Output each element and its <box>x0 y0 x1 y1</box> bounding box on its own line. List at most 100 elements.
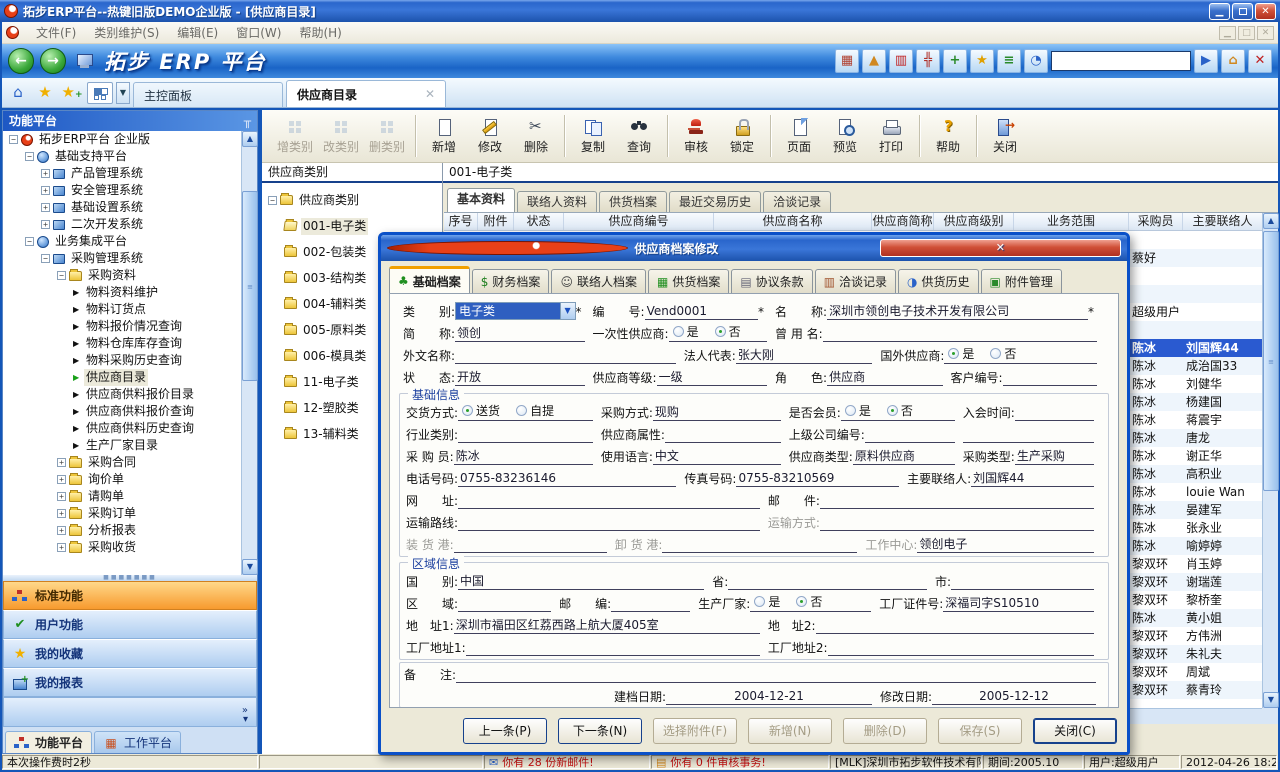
field-value[interactable]: 深圳市领创电子技术开发有限公司 <box>827 303 1088 320</box>
function-tree-item[interactable]: +询价单 <box>3 471 257 488</box>
column-header[interactable]: 供应商级别 <box>934 213 1014 230</box>
close-button[interactable]: ✕ <box>1255 3 1276 20</box>
toolbar-button-查询[interactable]: 查询 <box>616 116 662 156</box>
column-header[interactable]: 供应商编号 <box>564 213 714 230</box>
function-tree-item[interactable]: +基础设置系统 <box>3 199 257 216</box>
child-close-button[interactable]: ✕ <box>1257 26 1274 40</box>
minimize-button[interactable]: ▁ <box>1209 3 1230 20</box>
toolbar-button-页面[interactable]: 页面 <box>776 116 822 156</box>
menu-item[interactable]: 窗口(W) <box>227 22 290 43</box>
menu-item[interactable]: 帮助(H) <box>290 22 350 43</box>
combo-dropdown-icon[interactable]: ▼ <box>560 302 576 320</box>
favorites-star-icon[interactable]: ★ <box>33 81 57 105</box>
detail-tab[interactable]: 洽谈记录 <box>763 191 831 212</box>
column-header[interactable]: 供应商名称 <box>714 213 872 230</box>
sidebar-panel-我的报表[interactable]: 我的报表 <box>3 668 257 697</box>
tree-expander-icon[interactable]: + <box>41 186 50 195</box>
field-value[interactable] <box>1003 370 1097 386</box>
toolbar-button-帮助[interactable]: 帮助 <box>925 116 971 156</box>
function-tree-item[interactable]: +分析报表 <box>3 522 257 539</box>
radio-icon[interactable] <box>754 596 765 607</box>
dialog-tab[interactable]: ▤协议条款 <box>731 269 812 293</box>
child-minimize-button[interactable]: ▁ <box>1219 26 1236 40</box>
category-tree-item[interactable]: −供应商类别 <box>262 187 442 213</box>
favorite-icon[interactable]: ★ <box>970 49 994 73</box>
field-value[interactable] <box>865 427 955 443</box>
radio-icon[interactable] <box>990 348 1001 359</box>
table-scroll-up-icon[interactable]: ▲ <box>1263 213 1279 229</box>
chevron-icon[interactable]: »▾ <box>242 706 248 724</box>
sidebar-panel-我的收藏[interactable]: ★我的收藏 <box>3 639 257 668</box>
tree-expander-icon[interactable]: − <box>25 237 34 246</box>
field-value[interactable] <box>662 537 857 553</box>
radio-icon[interactable] <box>715 326 726 337</box>
tree-expander-icon[interactable]: + <box>57 458 66 467</box>
detail-tab[interactable]: 联络人资料 <box>517 191 597 212</box>
radio-option[interactable]: 否 <box>887 402 913 419</box>
function-tree-item[interactable]: ▶供应商目录 <box>3 369 257 386</box>
function-tree-item[interactable]: −基础支持平台 <box>3 148 257 165</box>
sidebar-panel-标准功能[interactable]: 标准功能 <box>3 581 257 610</box>
radio-icon[interactable] <box>516 405 527 416</box>
tree-expander-icon[interactable]: − <box>25 152 34 161</box>
radio-option[interactable]: 否 <box>715 323 741 340</box>
function-tree-item[interactable]: −拓步ERP平台 企业版 <box>3 131 257 148</box>
go-icon[interactable]: ▶ <box>1194 49 1218 73</box>
field-value[interactable]: Vend0001 <box>645 303 758 320</box>
radio-option[interactable]: 自提 <box>516 402 554 419</box>
child-restore-button[interactable]: □ <box>1238 26 1255 40</box>
field-value[interactable]: 张大刚 <box>736 347 873 364</box>
function-tree-item[interactable]: +二次开发系统 <box>3 216 257 233</box>
dialog-tab[interactable]: ▦供货档案 <box>648 269 729 293</box>
column-header[interactable]: 业务范围 <box>1014 213 1129 230</box>
tree-expander-icon[interactable]: + <box>41 169 50 178</box>
field-value[interactable]: 中国 <box>458 573 704 590</box>
radio-option[interactable]: 是 <box>845 402 871 419</box>
function-tree-item[interactable]: −采购管理系统 <box>3 250 257 267</box>
scroll-up-icon[interactable]: ▲ <box>242 131 258 147</box>
function-tree-item[interactable]: ▶供应商供料报价目录 <box>3 386 257 403</box>
home-alt-icon[interactable]: ⌂ <box>1221 49 1245 73</box>
field-value[interactable]: 中文 <box>653 448 781 465</box>
field-value[interactable]: 供应商 <box>827 369 942 386</box>
radio-icon[interactable] <box>462 405 473 416</box>
sidebar-bottom-tab[interactable]: 功能平台 <box>5 731 92 753</box>
home-icon[interactable]: ⌂ <box>6 81 30 105</box>
function-tree-item[interactable]: ▶物料资料维护 <box>3 284 257 301</box>
radio-icon[interactable] <box>796 596 807 607</box>
new-folder-icon[interactable]: + <box>943 49 967 73</box>
tab-close-icon[interactable]: ✕ <box>425 87 435 101</box>
function-tree-item[interactable]: −采购资料 <box>3 267 257 284</box>
org-chart-icon[interactable]: ╬ <box>916 49 940 73</box>
tree-expander-icon[interactable]: + <box>41 203 50 212</box>
menu-item[interactable]: 类别维护(S) <box>85 22 168 43</box>
column-header[interactable]: 序号 <box>444 213 478 230</box>
function-tree-item[interactable]: ▶物料仓库库存查询 <box>3 335 257 352</box>
dialog-tab[interactable]: ▣附件管理 <box>981 269 1062 293</box>
function-tree-item[interactable]: +安全管理系统 <box>3 182 257 199</box>
toolbar-button-关闭[interactable]: 关闭 <box>982 116 1028 156</box>
field-value[interactable]: 陈冰 <box>454 448 593 465</box>
menu-item[interactable]: 文件(F) <box>27 22 85 43</box>
detail-tab[interactable]: 供货档案 <box>599 191 667 212</box>
layout-grid-button[interactable] <box>87 82 113 104</box>
restore-button[interactable] <box>1232 3 1253 20</box>
function-tree-item[interactable]: ▶供应商供料历史查询 <box>3 420 257 437</box>
dialog-tab[interactable]: ☺联络人档案 <box>551 269 646 293</box>
field-value[interactable]: 开放 <box>455 369 584 386</box>
add-favorite-icon[interactable]: ★+ <box>60 81 84 105</box>
dialog-tab[interactable]: ♣基础档案 <box>389 266 470 293</box>
dialog-close-button[interactable]: ✕ <box>880 239 1121 257</box>
tree-expander-icon[interactable]: − <box>57 271 66 280</box>
field-value[interactable] <box>456 667 1096 683</box>
field-value[interactable]: 刘国辉44 <box>971 470 1094 487</box>
field-value[interactable]: 一级 <box>657 369 767 386</box>
field-value[interactable] <box>816 618 1094 634</box>
radio-option[interactable]: 是 <box>673 323 699 340</box>
function-tree-item[interactable]: ▶物料报价情况查询 <box>3 318 257 335</box>
field-value[interactable] <box>820 515 1094 531</box>
field-value[interactable]: 原料供应商 <box>853 448 955 465</box>
open-folder-icon[interactable]: ▲ <box>862 49 886 73</box>
toolbar-button-打印[interactable]: 打印 <box>868 116 914 156</box>
pin-icon[interactable]: ╥ <box>244 111 251 131</box>
